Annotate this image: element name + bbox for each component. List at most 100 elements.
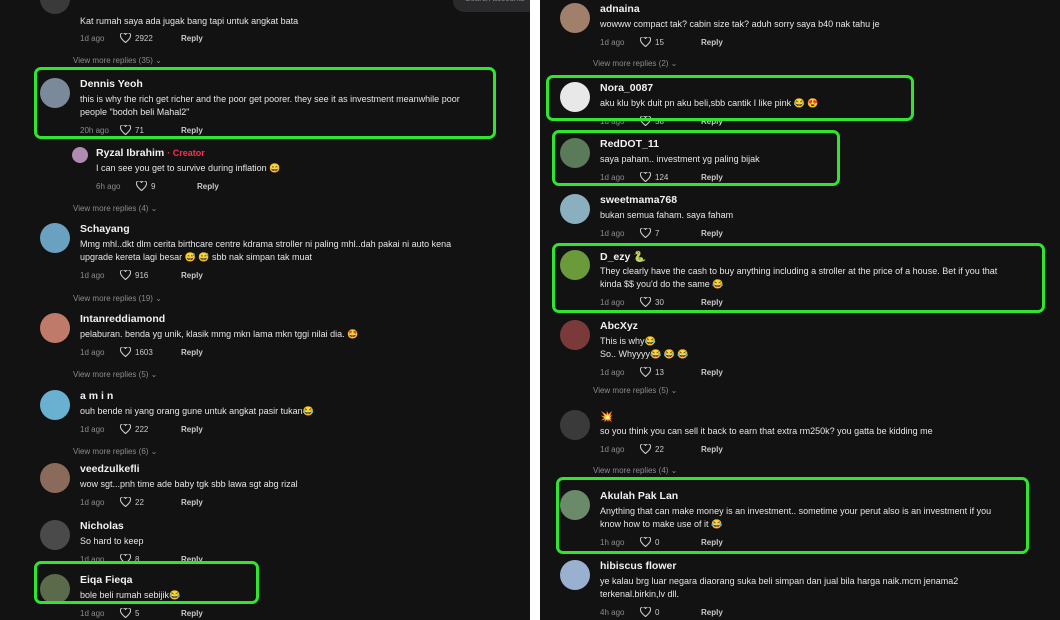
username-label: Intanreddiamond [80, 313, 166, 325]
comment-item: Intanreddiamond pelaburan. benda yg unik,… [40, 313, 520, 358]
comment-text-line: wow sgt...pnh time ade baby tgk sbb lawa… [80, 479, 298, 489]
username[interactable]: 💥 [600, 410, 613, 423]
avatar[interactable] [72, 147, 88, 163]
heart-outline-icon[interactable] [119, 32, 132, 44]
avatar[interactable] [40, 463, 70, 493]
comment-text: bukan semua faham. saya faham [600, 209, 733, 222]
chevron-down-icon: ⌄ [668, 386, 678, 395]
comment-time: 6h ago [96, 181, 121, 191]
comment-meta: 1d ago 1603 Reply [80, 346, 203, 358]
avatar[interactable] [560, 320, 590, 350]
comment-meta: 6h ago 9 Reply [96, 180, 219, 192]
username-label: hibiscus flower [600, 560, 677, 572]
comment-meta: 1d ago 7 Reply [600, 227, 723, 239]
view-more-replies[interactable]: View more replies (4) ⌄ [593, 466, 677, 475]
reply-button[interactable]: Reply [181, 498, 203, 507]
reply-button[interactable]: Reply [197, 182, 219, 191]
username[interactable]: AbcXyz [600, 320, 638, 332]
avatar[interactable] [40, 390, 70, 420]
comment-item: hibiscus flower ye kalau brg luar negara … [560, 560, 1040, 618]
view-more-replies[interactable]: View more replies (19) ⌄ [73, 294, 162, 303]
avatar[interactable] [560, 410, 590, 440]
username[interactable]: Intanreddiamond [80, 313, 165, 325]
chevron-down-icon: ⌄ [668, 59, 678, 68]
reply-button[interactable]: Reply [181, 271, 203, 280]
heart-outline-icon[interactable] [119, 607, 132, 619]
chevron-down-icon: ⌄ [148, 204, 158, 213]
view-more-label: View more replies (19) [73, 294, 153, 303]
chevron-down-icon: ⌄ [668, 466, 678, 475]
comment-text-line: ye kalau brg luar negara diaorang suka b… [600, 576, 959, 586]
username[interactable]: Schayang [80, 223, 130, 235]
username[interactable]: veedzulkefli [80, 463, 140, 475]
comment-time: 4h ago [600, 607, 625, 617]
reply-button[interactable]: Reply [181, 348, 203, 357]
avatar[interactable] [40, 520, 70, 550]
avatar[interactable] [40, 0, 70, 14]
comment-text: pelaburan. benda yg unik, klasik mmg mkn… [80, 328, 358, 341]
reply-button[interactable]: Reply [701, 38, 723, 47]
username[interactable]: a m i n [80, 390, 113, 402]
chevron-down-icon: ⌄ [148, 370, 158, 379]
comment-text: so you think you can sell it back to ear… [600, 425, 933, 438]
username-label: adnaina [600, 3, 640, 15]
comment-text-line: upgrade kereta lagi besar 😅 😅 sbb nak si… [80, 252, 313, 262]
chevron-down-icon: ⌄ [148, 447, 158, 456]
like-count: 916 [135, 270, 149, 280]
view-more-replies[interactable]: View more replies (5) ⌄ [593, 386, 677, 395]
avatar[interactable] [560, 560, 590, 590]
avatar[interactable] [40, 313, 70, 343]
username[interactable]: hibiscus flower [600, 560, 676, 572]
view-more-replies[interactable]: View more replies (2) ⌄ [593, 59, 677, 68]
reply-button[interactable]: Reply [701, 229, 723, 238]
comment-text-line: terkenal.birkin,lv dll. [600, 589, 680, 599]
highlight-box [546, 75, 914, 121]
heart-outline-icon[interactable] [639, 36, 652, 48]
avatar[interactable] [40, 223, 70, 253]
heart-outline-icon[interactable] [135, 180, 148, 192]
highlight-box [34, 561, 259, 604]
heart-outline-icon[interactable] [639, 443, 652, 455]
username[interactable]: adnaina [600, 3, 640, 15]
heart-outline-icon[interactable] [119, 346, 132, 358]
heart-outline-icon[interactable] [639, 227, 652, 239]
view-more-replies[interactable]: View more replies (5) ⌄ [73, 370, 157, 379]
heart-outline-icon[interactable] [639, 606, 652, 618]
username-label: a m i n [80, 390, 114, 402]
comment-time: 1d ago [80, 497, 105, 507]
comment-text-line: I can see you get to survive during infl… [96, 163, 281, 173]
view-more-replies[interactable]: View more replies (35) ⌄ [73, 56, 162, 65]
username[interactable]: sweetmama768 [600, 194, 677, 206]
reply-button[interactable]: Reply [181, 609, 203, 618]
panel-divider [530, 0, 540, 620]
comment-meta: 1d ago 916 Reply [80, 269, 203, 281]
reply-button[interactable]: Reply [181, 425, 203, 434]
heart-outline-icon[interactable] [119, 269, 132, 281]
avatar[interactable] [560, 3, 590, 33]
username[interactable]: Nicholas [80, 520, 124, 532]
view-more-replies[interactable]: View more replies (4) ⌄ [73, 204, 157, 213]
comment-text: Kat rumah saya ada jugak bang tapi untuk… [80, 16, 299, 26]
heart-outline-icon[interactable] [119, 496, 132, 508]
username[interactable]: Ryzal Ibrahim · Creator [96, 147, 205, 159]
comment-item: adnaina wowww compact tak? cabin size tak… [560, 3, 1040, 48]
avatar[interactable] [560, 194, 590, 224]
comment-time: 1d ago [600, 228, 625, 238]
reply-button[interactable]: Reply [701, 445, 723, 454]
like-count: 7 [655, 228, 660, 238]
view-more-replies[interactable]: View more replies (6) ⌄ [73, 447, 157, 456]
username-label: Schayang [80, 223, 130, 235]
heart-outline-icon[interactable] [639, 366, 652, 378]
like-count: 13 [655, 367, 664, 377]
reply-button[interactable]: Reply [701, 368, 723, 377]
heart-outline-icon[interactable] [119, 423, 132, 435]
right-comments-panel: adnaina wowww compact tak? cabin size tak… [540, 0, 1060, 620]
reply-button[interactable]: Reply [701, 608, 723, 617]
comment-item: Nicholas So hard to keep 1d ago 8 Reply [40, 520, 520, 565]
reply-button[interactable]: Reply [181, 34, 203, 43]
comment-meta: 1d ago 22 Reply [600, 443, 723, 455]
username-label: sweetmama768 [600, 194, 678, 206]
comment-item: Kat rumah saya ada jugak bang tapi untuk… [40, 0, 520, 48]
like-count: 2922 [135, 33, 153, 43]
view-more-label: View more replies (5) [593, 386, 669, 395]
